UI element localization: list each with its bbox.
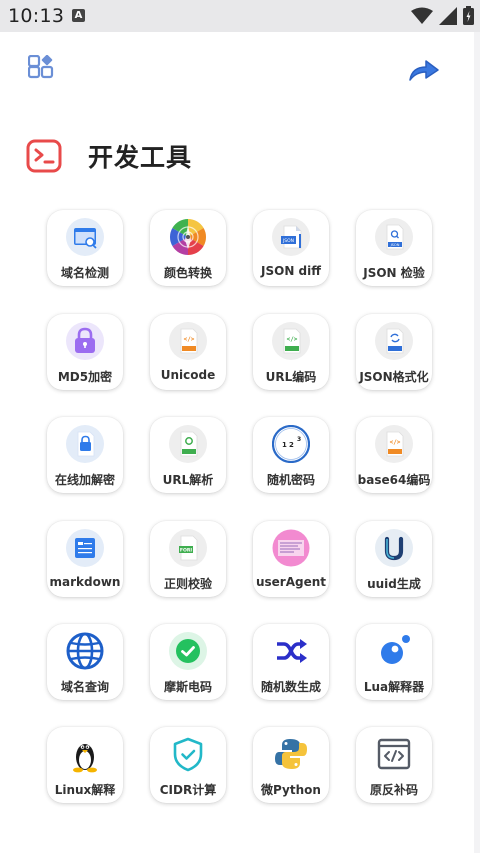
svg-text:JSON: JSON — [390, 243, 400, 247]
tool-markdown[interactable]: markdown — [47, 521, 123, 597]
tool-regex[interactable]: FORI 正则校验 — [150, 521, 226, 597]
svg-text:3: 3 — [297, 436, 301, 443]
tool-label: 在线加解密 — [54, 473, 115, 487]
tool-color-convert[interactable]: 颜色转换 — [150, 210, 226, 286]
signal-icon — [439, 6, 457, 25]
tool-label: Lua解释器 — [363, 680, 425, 694]
tool-online-encrypt[interactable]: 在线加解密 — [47, 417, 123, 493]
svg-text:</>: </> — [287, 336, 298, 343]
tool-md5[interactable]: MD5加密 — [47, 314, 123, 390]
tool-label: 原反补码 — [369, 783, 418, 797]
terminal-icon — [26, 139, 62, 173]
url-encode-file-icon: </> — [272, 322, 310, 360]
battery-icon — [463, 6, 474, 25]
encrypt-file-icon — [66, 425, 104, 463]
background-edge — [474, 32, 480, 853]
tool-label: 正则校验 — [163, 577, 212, 591]
tool-morse[interactable]: 摩斯电码 — [150, 624, 226, 700]
tool-base64[interactable]: </> base64编码 — [356, 417, 432, 493]
tool-label: CIDR计算 — [159, 783, 217, 797]
tool-json-check[interactable]: JSON JSON 检验 — [356, 210, 432, 286]
tool-user-agent[interactable]: userAgent — [253, 521, 329, 597]
tool-unicode[interactable]: </> Unicode — [150, 314, 226, 390]
tool-lua[interactable]: Lua解释器 — [356, 624, 432, 700]
tool-label: Linux解释 — [54, 783, 116, 797]
tool-uuid[interactable]: uuid生成 — [356, 521, 432, 597]
uuid-icon — [375, 529, 413, 567]
tool-label: 颜色转换 — [163, 266, 212, 280]
tool-json-diff[interactable]: JSON JSON diff — [253, 210, 329, 286]
tool-label: uuid生成 — [367, 577, 421, 591]
tool-domain-check[interactable]: 域名检测 — [47, 210, 123, 286]
svg-text:FORI: FORI — [180, 548, 193, 554]
tool-label: JSON格式化 — [359, 370, 429, 384]
tool-label: markdown — [49, 575, 121, 589]
linux-penguin-icon — [73, 744, 97, 773]
tool-label: MD5加密 — [57, 370, 113, 384]
tool-url-encode[interactable]: </> URL编码 — [253, 314, 329, 390]
share-icon[interactable] — [408, 58, 440, 82]
tool-label: 随机数生成 — [260, 680, 321, 694]
tool-label: 域名检测 — [60, 266, 109, 280]
tool-label: URL编码 — [265, 370, 317, 384]
svg-text:</>: </> — [184, 336, 195, 343]
user-agent-icon — [272, 529, 310, 567]
tool-random-number[interactable]: 随机数生成 — [253, 624, 329, 700]
python-icon — [275, 739, 307, 769]
notification-a-icon: A — [72, 9, 85, 22]
tool-label: URL解析 — [162, 473, 214, 487]
svg-text:</>: </> — [390, 439, 401, 446]
shuffle-icon — [277, 639, 307, 663]
status-bar: 10:13 A — [0, 0, 480, 32]
unicode-file-icon: </> — [169, 322, 207, 360]
morse-check-icon — [169, 632, 207, 670]
tool-linux[interactable]: Linux解释 — [47, 727, 123, 803]
code-window-icon — [377, 738, 411, 770]
tool-label: 微Python — [261, 783, 321, 797]
markdown-icon — [66, 529, 104, 567]
url-parse-file-icon — [169, 425, 207, 463]
tool-label: userAgent — [255, 575, 327, 589]
tool-label: JSON 检验 — [363, 266, 425, 280]
tool-cidr[interactable]: CIDR计算 — [150, 727, 226, 803]
lua-icon — [381, 635, 410, 664]
tool-label: 随机密码 — [266, 473, 315, 487]
tool-label: 摩斯电码 — [163, 680, 212, 694]
color-wheel-icon — [169, 219, 207, 255]
json-format-file-icon — [375, 322, 413, 360]
json-check-icon: JSON — [375, 218, 413, 256]
svg-text:JSON: JSON — [282, 238, 294, 244]
status-time: 10:13 — [8, 5, 65, 27]
tool-complement-code[interactable]: 原反补码 — [356, 727, 432, 803]
tool-domain-query[interactable]: 域名查询 — [47, 624, 123, 700]
title-row: 开发工具 — [26, 138, 192, 174]
page-title: 开发工具 — [88, 143, 193, 172]
svg-text:2: 2 — [289, 441, 294, 449]
status-icons — [411, 6, 474, 25]
tool-random-password[interactable]: 1 2 3 随机密码 — [253, 417, 329, 493]
globe-icon — [66, 632, 104, 670]
tool-url-parse[interactable]: URL解析 — [150, 417, 226, 493]
regex-file-icon: FORI — [169, 529, 207, 567]
base64-file-icon: </> — [375, 425, 413, 463]
tool-label: JSON diff — [261, 264, 321, 278]
random-password-icon: 1 2 3 — [272, 425, 310, 463]
tool-json-format[interactable]: JSON格式化 — [356, 314, 432, 390]
tool-label: base64编码 — [357, 473, 431, 487]
wifi-icon — [411, 7, 433, 24]
tool-micropython[interactable]: 微Python — [253, 727, 329, 803]
json-diff-icon: JSON — [272, 218, 310, 256]
cidr-shield-icon — [173, 737, 203, 772]
md5-lock-icon — [66, 322, 104, 360]
apps-grid-icon[interactable] — [28, 55, 56, 83]
svg-text:1: 1 — [282, 441, 287, 449]
domain-check-icon — [66, 218, 104, 256]
tool-label: Unicode — [160, 368, 216, 382]
tool-label: 域名查询 — [60, 680, 109, 694]
